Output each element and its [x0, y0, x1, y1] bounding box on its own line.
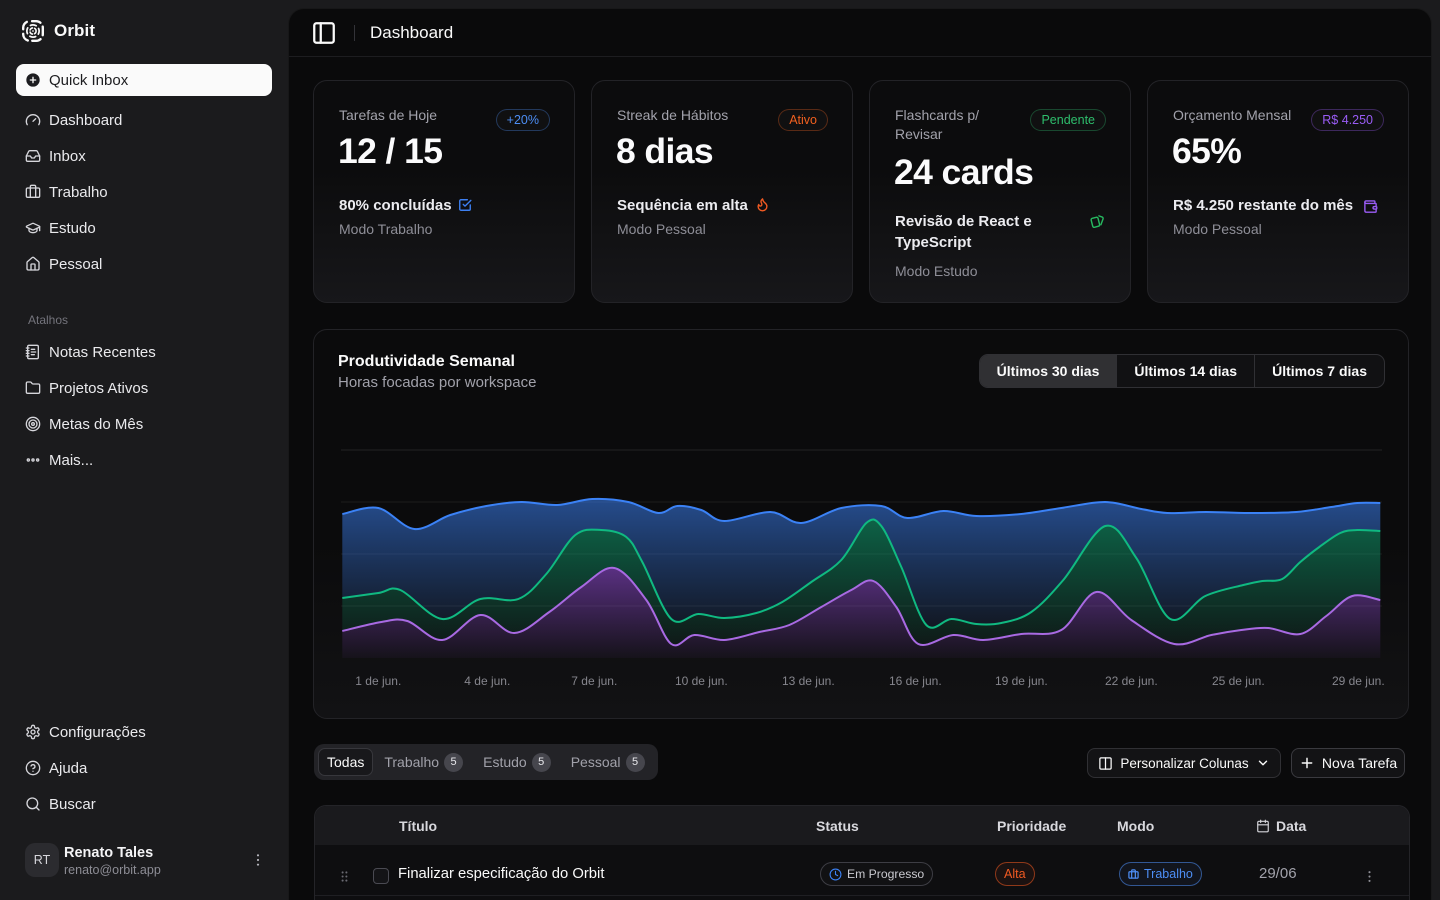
svg-text:25 de jun.: 25 de jun. [1212, 674, 1265, 688]
svg-text:10 de jun.: 10 de jun. [675, 674, 728, 688]
svg-text:1 de jun.: 1 de jun. [355, 674, 401, 688]
svg-text:16 de jun.: 16 de jun. [889, 674, 942, 688]
svg-text:13 de jun.: 13 de jun. [782, 674, 835, 688]
svg-text:29 de jun.: 29 de jun. [1332, 674, 1385, 688]
svg-text:4 de jun.: 4 de jun. [464, 674, 510, 688]
svg-text:22 de jun.: 22 de jun. [1105, 674, 1158, 688]
svg-text:19 de jun.: 19 de jun. [995, 674, 1048, 688]
svg-text:7 de jun.: 7 de jun. [571, 674, 617, 688]
